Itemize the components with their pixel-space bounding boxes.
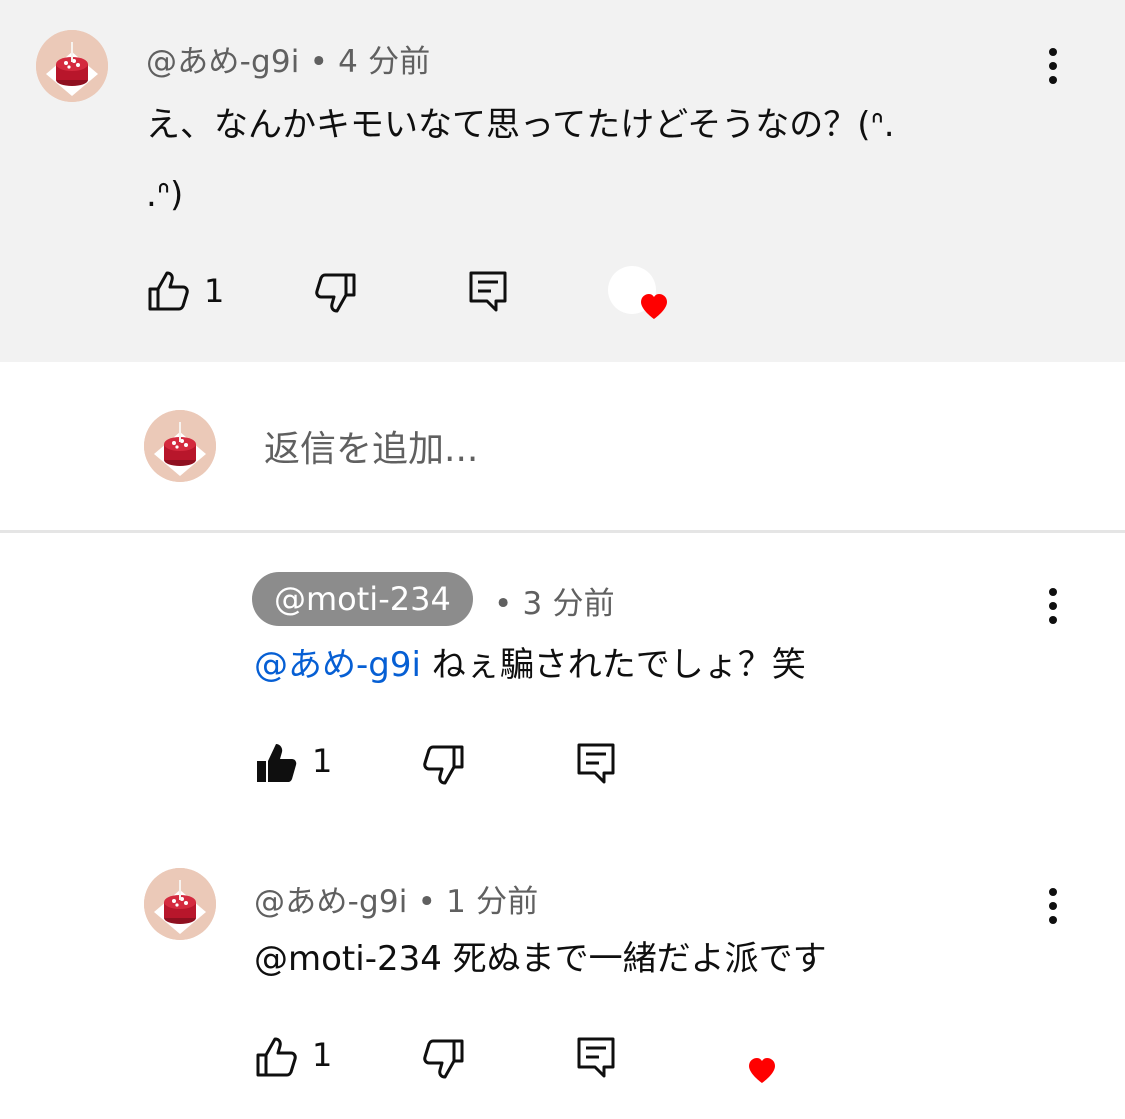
reply-author-avatar[interactable] [144, 868, 216, 940]
like-button[interactable] [254, 1032, 300, 1082]
mention-link[interactable]: @あめ-g9i [254, 645, 421, 685]
dislike-button[interactable] [314, 268, 360, 318]
avatar-cake-icon [144, 868, 216, 940]
reply-input[interactable]: 返信を追加... [264, 420, 478, 472]
reply-author[interactable]: @あめ-g9i [254, 884, 408, 920]
comment-text-line2: .ᐢ) [146, 175, 184, 215]
dislike-button[interactable] [422, 740, 468, 790]
more-vert-icon [1049, 888, 1057, 896]
dislike-button[interactable] [422, 1034, 468, 1084]
meta-separator: • [494, 586, 513, 622]
avatar-cake-icon [144, 410, 216, 482]
reply-time: 1 分前 [446, 884, 539, 920]
thumbs-up-icon [146, 269, 190, 313]
like-button[interactable] [254, 738, 300, 788]
reply-icon [574, 741, 618, 785]
reply-button[interactable] [574, 738, 620, 788]
current-user-avatar [144, 410, 216, 482]
reply-icon [574, 1035, 618, 1079]
like-button[interactable] [146, 266, 192, 316]
more-options-button[interactable] [1038, 876, 1068, 936]
meta-separator: • [417, 884, 437, 920]
comment-time: 4 分前 [338, 44, 431, 80]
reply-author-chip[interactable]: @moti-234 [252, 572, 473, 626]
reply-meta: @あめ-g9i • 1 分前 [254, 876, 539, 921]
heart-icon [640, 294, 668, 320]
reply-meta: • 3 分前 [494, 578, 615, 623]
reply-text: @moti-234 死ぬまで一緒だよ派です [254, 939, 827, 979]
heart-icon [748, 1058, 776, 1084]
more-vert-icon [1049, 48, 1057, 56]
reply-button[interactable] [574, 1032, 620, 1082]
thumbs-down-icon [422, 743, 466, 787]
reply-text-body: ねぇ騙されたでしょ？笑 [420, 645, 806, 685]
comment-meta: @あめ-g9i • 4 分前 [146, 36, 431, 81]
reply-time: 3 分前 [522, 586, 615, 622]
thumbs-down-icon [422, 1037, 466, 1081]
like-count: 1 [204, 272, 225, 310]
more-options-button[interactable] [1038, 36, 1068, 96]
like-count: 1 [312, 742, 333, 780]
like-count: 1 [312, 1036, 333, 1074]
creator-heart-badge [608, 266, 674, 326]
thumbs-up-filled-icon [254, 741, 298, 785]
more-vert-icon [1049, 588, 1057, 596]
comment-author[interactable]: @あめ-g9i [146, 44, 300, 80]
comment-text-line1: え、なんかキモいなて思ってたけどそうなの？(ᐢ. [146, 105, 895, 145]
thumbs-up-icon [254, 1035, 298, 1079]
creator-heart-badge [716, 1030, 782, 1090]
avatar-cake-icon [36, 30, 108, 102]
more-options-button[interactable] [1038, 576, 1068, 636]
thumbs-down-icon [314, 271, 358, 315]
reply-icon [466, 269, 510, 313]
comment-author-avatar[interactable] [36, 30, 108, 102]
reply-text: @あめ-g9i ねぇ騙されたでしょ？笑 [254, 630, 806, 700]
reply-button[interactable] [466, 266, 512, 316]
divider [0, 530, 1125, 533]
meta-separator: • [309, 44, 329, 80]
